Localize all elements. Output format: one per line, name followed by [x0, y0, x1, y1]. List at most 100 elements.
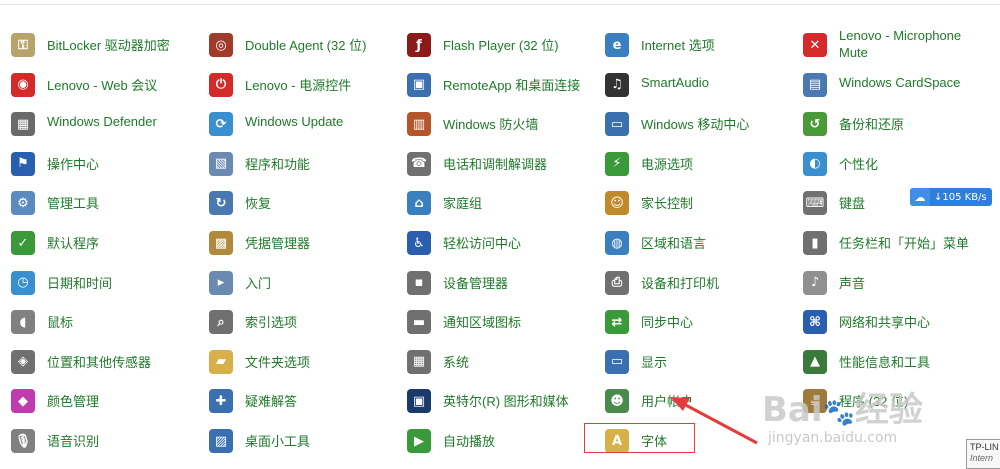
cardspace-icon: ▤ — [803, 72, 827, 97]
personalization-icon: ◐ — [803, 151, 827, 176]
date-time-icon: ◷ — [11, 270, 35, 295]
control-panel-item[interactable]: e Internet 选项 — [594, 24, 784, 62]
control-panel-item-label: 凭据管理器 — [245, 236, 311, 251]
control-panel-item[interactable]: ▰ 文件夹选项 — [198, 341, 388, 379]
control-panel-item[interactable]: ◆ 颜色管理 — [0, 380, 190, 418]
system-icon: ▦ — [407, 349, 431, 374]
control-panel-item[interactable]: ◖ 鼠标 — [0, 301, 190, 339]
control-panel-item[interactable]: ▸ 入门 — [198, 262, 388, 300]
control-panel-item[interactable]: ✓ 默认程序 — [0, 222, 190, 260]
control-panel-item-label: 默认程序 — [47, 236, 100, 251]
control-panel-item[interactable]: ◐ 个性化 — [792, 143, 982, 181]
control-panel-item[interactable]: ⚙ 管理工具 — [0, 182, 190, 220]
control-panel-item[interactable]: ◍ 区域和语言 — [594, 222, 784, 260]
control-panel-item-label: 入门 — [245, 275, 272, 291]
control-panel-item[interactable]: 🎙 语音识别 — [0, 420, 190, 458]
control-panel-item[interactable]: ⚡ 电源选项 — [594, 143, 784, 181]
control-panel-item[interactable]: ▣ 英特尔(R) 图形和媒体 — [396, 380, 586, 418]
control-panel-item[interactable]: ⌂ 家庭组 — [396, 182, 586, 220]
control-panel-item[interactable]: ♪ 声音 — [792, 262, 982, 300]
control-panel-item[interactable]: ▪ 设备管理器 — [396, 262, 586, 300]
control-panel-item[interactable]: ♿ 轻松访问中心 — [396, 222, 586, 260]
control-panel-item[interactable]: ↻ 恢复 — [198, 182, 388, 220]
internet-options-icon: e — [605, 33, 629, 57]
homegroup-icon: ⌂ — [407, 191, 431, 216]
control-panel-item-label: Lenovo - Web 会议 — [47, 77, 158, 93]
recovery-icon: ↻ — [209, 191, 233, 216]
control-panel-item-label: 颜色管理 — [47, 394, 100, 410]
control-panel-item[interactable]: ▦ 系统 — [396, 341, 586, 379]
control-panel-item[interactable]: ◎ Double Agent (32 位) — [198, 24, 388, 62]
devices-printers-icon: ⎙ — [605, 270, 629, 295]
power-options-icon: ⚡ — [605, 151, 629, 176]
control-panel-item[interactable]: ⇄ 同步中心 — [594, 301, 784, 339]
admin-tools-icon: ⚙ — [11, 191, 35, 216]
control-panel-item[interactable]: ⏻ Lenovo - 电源控件 — [198, 64, 388, 102]
control-panel-item[interactable]: ⟳ Windows Update — [198, 103, 388, 141]
control-panel-item[interactable]: ▤ Windows CardSpace — [792, 64, 982, 102]
control-panel-item-label: 系统 — [443, 354, 470, 370]
control-panel-item[interactable]: ▬ 通知区域图标 — [396, 301, 586, 339]
control-panel-item-label: 性能信息和工具 — [839, 354, 931, 370]
control-panel-item[interactable]: ⎙ 设备和打印机 — [594, 262, 784, 300]
parental-controls-icon: ☺ — [605, 191, 629, 216]
control-panel-item[interactable]: ▨ 桌面小工具 — [198, 420, 388, 458]
control-panel-item-label: 同步中心 — [641, 315, 694, 331]
control-panel-item-label: 用户帐户 — [641, 394, 694, 410]
control-panel-item[interactable]: ☻ 用户帐户 — [594, 380, 784, 418]
credential-manager-icon: ▩ — [209, 231, 233, 255]
control-panel-item-label: 设备管理器 — [443, 275, 509, 291]
control-panel-item[interactable]: ▭ Windows 移动中心 — [594, 103, 784, 141]
control-panel-item[interactable]: ▥ Windows 防火墙 — [396, 103, 586, 141]
control-panel-item[interactable]: ▶ 自动播放 — [396, 420, 586, 458]
folder-options-icon: ▰ — [209, 349, 233, 374]
control-panel-item[interactable]: ▩ 凭据管理器 — [198, 222, 388, 260]
control-panel-item[interactable]: ♫ SmartAudio — [594, 64, 784, 102]
control-panel-item-label: Windows 防火墙 — [443, 117, 539, 133]
web-meeting-icon: ◉ — [11, 72, 35, 97]
control-panel-item-label: 鼠标 — [47, 315, 74, 331]
network-speed-badge[interactable]: ☁ ↓105 KB/s — [910, 188, 992, 206]
microphone-mute-icon: ✕ — [803, 33, 827, 57]
control-panel-item[interactable]: ▮ 任务栏和「开始」菜单 — [792, 222, 982, 260]
control-panel-item[interactable]: ✕ Lenovo - Microphone Mute — [792, 24, 982, 62]
control-panel-item[interactable]: ◉ Lenovo - Web 会议 — [0, 64, 190, 102]
control-panel-item[interactable]: ☺ 家长控制 — [594, 182, 784, 220]
getting-started-icon: ▸ — [209, 270, 233, 295]
control-panel-item[interactable]: ƒ Flash Player (32 位) — [396, 24, 586, 62]
firewall-icon: ▥ — [407, 112, 431, 137]
control-panel-item-label: 键盘 — [839, 196, 866, 212]
control-panel-item[interactable]: ✚ 疑难解答 — [198, 380, 388, 418]
control-panel-item[interactable]: ▭ 显示 — [594, 341, 784, 379]
control-panel-item[interactable]: ↺ 备份和还原 — [792, 103, 982, 141]
control-panel-item-label: 恢复 — [245, 196, 272, 212]
control-panel-item[interactable]: ⌕ 索引选项 — [198, 301, 388, 339]
control-panel-item[interactable]: ⌘ 网络和共享中心 — [792, 301, 982, 339]
power-control-icon: ⏻ — [209, 72, 233, 97]
watermark: Bai🐾经验 — [762, 390, 923, 430]
control-panel-item[interactable]: ⚑ 操作中心 — [0, 143, 190, 181]
ease-of-access-icon: ♿ — [407, 231, 431, 255]
control-panel-item[interactable]: ▧ 程序和功能 — [198, 143, 388, 181]
color-management-icon: ◆ — [11, 389, 35, 414]
troubleshooting-icon: ✚ — [209, 389, 233, 414]
control-panel-item[interactable]: ▲ 性能信息和工具 — [792, 341, 982, 379]
control-panel-item-label: 轻松访问中心 — [443, 236, 522, 251]
sound-icon: ♪ — [803, 270, 827, 295]
control-panel-item[interactable]: ◈ 位置和其他传感器 — [0, 341, 190, 379]
control-panel-item[interactable]: ◷ 日期和时间 — [0, 262, 190, 300]
control-panel-item[interactable]: ⚿ BitLocker 驱动器加密 — [0, 24, 190, 62]
control-panel-item-label: Windows 移动中心 — [641, 117, 750, 133]
control-panel-item[interactable]: ▦ Windows Defender — [0, 103, 190, 141]
phone-modem-icon: ☎ — [407, 151, 431, 176]
taskbar-start-icon: ▮ — [803, 231, 827, 255]
control-panel-item-label: 声音 — [839, 275, 866, 291]
control-panel-item-label: 疑难解答 — [245, 394, 298, 410]
indexing-options-icon: ⌕ — [209, 310, 233, 335]
control-panel-item[interactable]: ▣ RemoteApp 和桌面连接 — [396, 64, 586, 102]
smartaudio-icon: ♫ — [605, 72, 629, 97]
network-sharing-icon: ⌘ — [803, 310, 827, 335]
control-panel-item[interactable]: ☎ 电话和调制解调器 — [396, 143, 586, 181]
programs-features-icon: ▧ — [209, 151, 233, 176]
defender-icon: ▦ — [11, 112, 35, 137]
